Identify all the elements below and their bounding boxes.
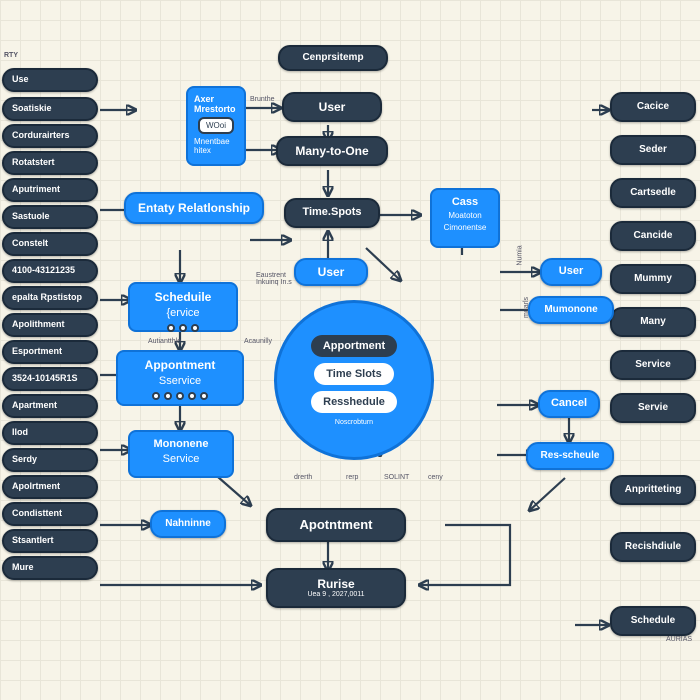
right-item-8[interactable]: Anpritteting (610, 475, 696, 505)
left-item-3[interactable]: Rotatstert (2, 151, 98, 175)
right-item-2[interactable]: Cartsedle (610, 178, 696, 208)
left-item-10[interactable]: Esportment (2, 340, 98, 364)
panel-appointment-service[interactable]: Appontment Sservice (116, 350, 244, 406)
panel-user-mgmt[interactable]: Axer Mrestorto WOoi Mnentbae hitex (186, 86, 246, 166)
right-item-6[interactable]: Service (610, 350, 696, 380)
header-title: Cenprsitemp (278, 45, 388, 71)
right-item-3[interactable]: Cancide (610, 221, 696, 251)
circle-appointment[interactable]: Apportment (311, 335, 397, 357)
left-item-17[interactable]: Stsantlert (2, 529, 98, 553)
node-entity-relationship[interactable]: Entaty Relatlonship (124, 192, 264, 224)
micro-ceny: ceny (428, 474, 443, 481)
node-user-side[interactable]: User (540, 258, 602, 286)
micro-acaunilty: Acaunilly (244, 338, 272, 345)
right-item-1[interactable]: Seder (610, 135, 696, 165)
right-item-0[interactable]: Cacice (610, 92, 696, 122)
left-item-18[interactable]: Mure (2, 556, 98, 580)
right-item-7[interactable]: Servie (610, 393, 696, 423)
right-item-4[interactable]: Mummy (610, 264, 696, 294)
panel-user-mgmt-foot: Mnentbae hitex (194, 137, 238, 155)
node-time-spots[interactable]: Time.Spots (284, 198, 380, 228)
micro-solint: SOLINT (384, 474, 409, 481)
left-item-6[interactable]: Constelt (2, 232, 98, 256)
left-item-13[interactable]: Ilod (2, 421, 98, 445)
dots-icon (152, 392, 208, 400)
micro-autanthle: Autiantthle (148, 338, 181, 345)
left-item-8[interactable]: epalta Rpstistop (2, 286, 98, 310)
micro-numia: Numia (517, 245, 524, 265)
circle-main: Apportment Time Slots Resshedule Noscrob… (274, 300, 434, 460)
micro-brintle: Brunthe (250, 96, 275, 103)
node-cancel[interactable]: Cancel (538, 390, 600, 418)
node-reschedule[interactable]: Res-scheule (526, 442, 614, 470)
panel-case[interactable]: Cass Moatoton Cimonentse (430, 188, 500, 248)
right-item-9[interactable]: Recishdiule (610, 532, 696, 562)
node-nahnione[interactable]: Nahninne (150, 510, 226, 538)
node-rurise[interactable]: Rurise Uea 9 , 2027,0011 (266, 568, 406, 608)
node-appointment-bottom[interactable]: Apotntment (266, 508, 406, 542)
header-title-text: Cenprsitemp (302, 53, 363, 64)
circle-foot: Noscrobturn (335, 419, 373, 426)
left-item-1[interactable]: Soatiskie (2, 97, 98, 121)
circle-reschedule[interactable]: Resshedule (311, 391, 397, 413)
circle-timeslots[interactable]: Time Slots (314, 363, 393, 385)
left-item-12[interactable]: Apartment (2, 394, 98, 418)
node-many-to-one[interactable]: Many-to-One (276, 136, 388, 166)
left-item-0[interactable]: Use (2, 68, 98, 92)
panel-user-mgmt-sub: WOoi (198, 117, 234, 134)
left-item-11[interactable]: 3524-10145R1S (2, 367, 98, 391)
micro-aurias: AURIAS (666, 636, 692, 643)
left-item-9[interactable]: Apolithment (2, 313, 98, 337)
left-item-5[interactable]: Sastuole (2, 205, 98, 229)
node-user-top[interactable]: User (282, 92, 382, 122)
micro-drerth: drerth (294, 474, 312, 481)
right-item-10[interactable]: Schedule (610, 606, 696, 636)
micro-rerp: rerp (346, 474, 358, 481)
node-user-mid[interactable]: User (294, 258, 368, 286)
left-item-7[interactable]: 4100-43121235 (2, 259, 98, 283)
micro-muarls: muarls (523, 297, 530, 318)
panel-monoene-service[interactable]: Mononene Service (128, 430, 234, 478)
left-item-16[interactable]: Condisttent (2, 502, 98, 526)
left-item-15[interactable]: Apolrtment (2, 475, 98, 499)
panel-user-mgmt-title: Axer Mrestorto (194, 94, 238, 114)
node-mumonone[interactable]: Mumonone (528, 296, 614, 324)
top-left-label: RTY (4, 52, 18, 59)
right-item-5[interactable]: Many (610, 307, 696, 337)
left-item-2[interactable]: Cordurairters (2, 124, 98, 148)
micro-eaustrent: Eaustrent Inkuinq In.s (256, 272, 300, 286)
dots-icon (167, 324, 199, 332)
left-item-4[interactable]: Aputriment (2, 178, 98, 202)
panel-schedule-service[interactable]: Scheduile {ervice (128, 282, 238, 332)
left-item-14[interactable]: Serdy (2, 448, 98, 472)
